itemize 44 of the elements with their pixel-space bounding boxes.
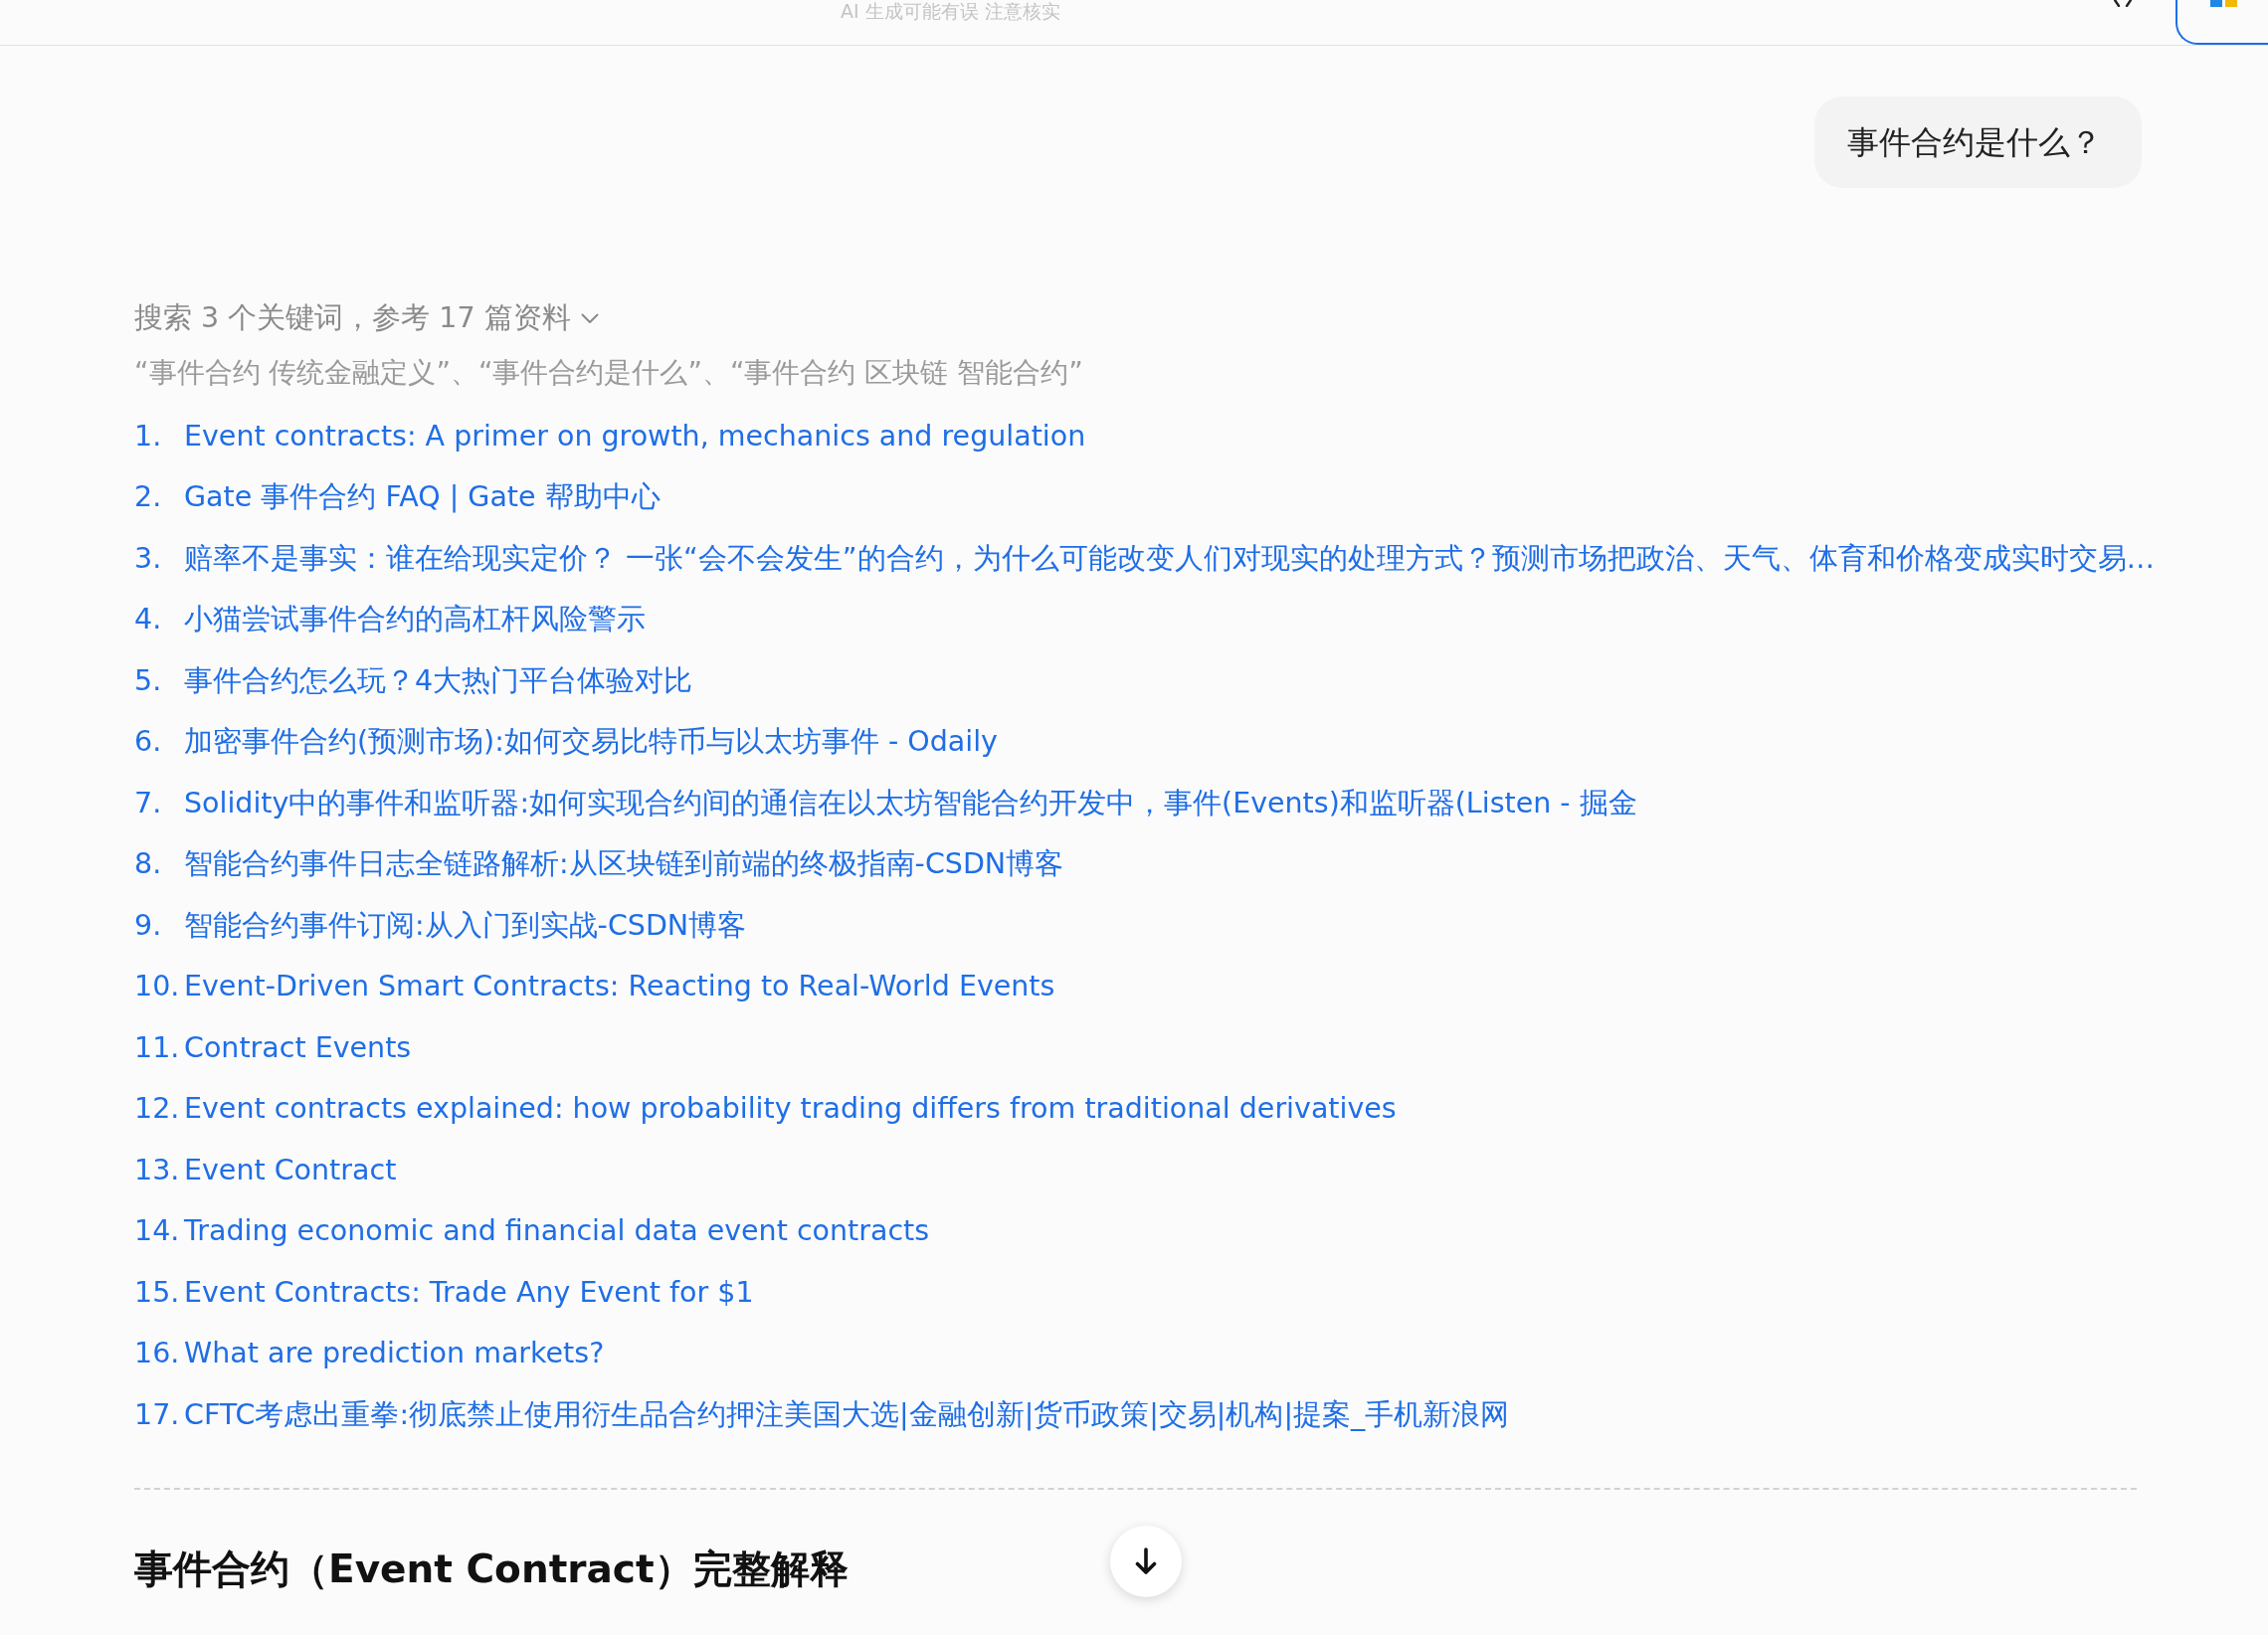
search-keywords: “事件合约 传统金融定义”、“事件合约是什么”、“事件合约 区块链 智能合约” bbox=[134, 355, 1083, 391]
chevron-down-icon[interactable] bbox=[580, 312, 599, 324]
source-link[interactable]: Gate 事件合约 FAQ | Gate 帮助中心 bbox=[184, 477, 661, 518]
list-number: 17. bbox=[134, 1396, 181, 1433]
list-number: 8. bbox=[134, 846, 163, 883]
list-number: 3. bbox=[134, 540, 163, 577]
user-message: 事件合约是什么？ bbox=[1814, 96, 2142, 188]
list-number: 1. bbox=[134, 418, 163, 454]
source-link[interactable]: 加密事件合约(预测市场):如何交易比特币与以太坊事件 - Odaily bbox=[184, 722, 998, 763]
scroll-down-button[interactable] bbox=[1110, 1526, 1182, 1597]
source-link[interactable]: Event contracts explained: how probability trading differs from traditional derivatives bbox=[184, 1089, 1397, 1130]
list-number: 11. bbox=[134, 1029, 181, 1066]
list-number: 6. bbox=[134, 724, 163, 761]
list-number: 13. bbox=[134, 1152, 181, 1188]
chevron-icon[interactable] bbox=[2114, 0, 2132, 7]
list-number: 2. bbox=[134, 479, 163, 516]
source-link[interactable]: Event-Driven Smart Contracts: Reacting to Real-World Events bbox=[184, 967, 1055, 1007]
source-link[interactable]: 智能合约事件日志全链路解析:从区块链到前端的终极指南-CSDN博客 bbox=[184, 844, 1064, 885]
list-number: 9. bbox=[134, 907, 163, 944]
source-link[interactable]: What are prediction markets? bbox=[184, 1334, 605, 1374]
source-link[interactable]: Event Contract bbox=[184, 1150, 397, 1190]
source-link[interactable]: 智能合约事件订阅:从入门到实战-CSDN博客 bbox=[184, 905, 747, 946]
app-button[interactable] bbox=[2175, 0, 2268, 45]
source-link[interactable]: Contract Events bbox=[184, 1027, 412, 1068]
source-link[interactable]: 赔率不是事实：谁在给现实定价？ 一张“会不会发生”的合约，为什么可能改变人们对现实的处理方式？预测市场把政治、天气、体育和价格变成实时交易… bbox=[184, 538, 2156, 579]
source-link[interactable]: Trading economic and financial data event contracts bbox=[184, 1211, 930, 1252]
source-link[interactable]: CFTC考虑出重拳:彻底禁止使用衍生品合约押注美国大选|金融创新|货币政策|交易|机构|提案_手机新浪网 bbox=[184, 1394, 1510, 1435]
tiles-icon bbox=[2210, 0, 2238, 7]
list-number: 15. bbox=[134, 1274, 181, 1311]
source-link[interactable]: Event Contracts: Trade Any Event for $1 bbox=[184, 1272, 754, 1313]
source-link[interactable]: Solidity中的事件和监听器:如何实现合约间的通信在以太坊智能合约开发中，事件(Events)和监听器(Listen - 掘金 bbox=[184, 783, 1637, 823]
source-link[interactable]: Event contracts: A primer on growth, mechanics and regulation bbox=[184, 416, 1086, 456]
answer-heading: 事件合约（Event Contract）完整解释 bbox=[134, 1544, 849, 1593]
search-summary[interactable]: 搜索 3 个关键词，参考 17 篇资料 bbox=[134, 298, 571, 338]
list-number: 14. bbox=[134, 1213, 181, 1250]
list-number: 7. bbox=[134, 785, 163, 821]
list-number: 10. bbox=[134, 969, 181, 1005]
list-number: 5. bbox=[134, 662, 163, 699]
source-link[interactable]: 事件合约怎么玩？4大热门平台体验对比 bbox=[184, 660, 693, 701]
arrow-down-icon bbox=[1135, 1547, 1157, 1575]
list-number: 16. bbox=[134, 1336, 181, 1372]
list-number: 4. bbox=[134, 602, 163, 638]
list-number: 12. bbox=[134, 1091, 181, 1128]
source-link[interactable]: 小猫尝试事件合约的高杠杆风险警示 bbox=[184, 600, 646, 640]
